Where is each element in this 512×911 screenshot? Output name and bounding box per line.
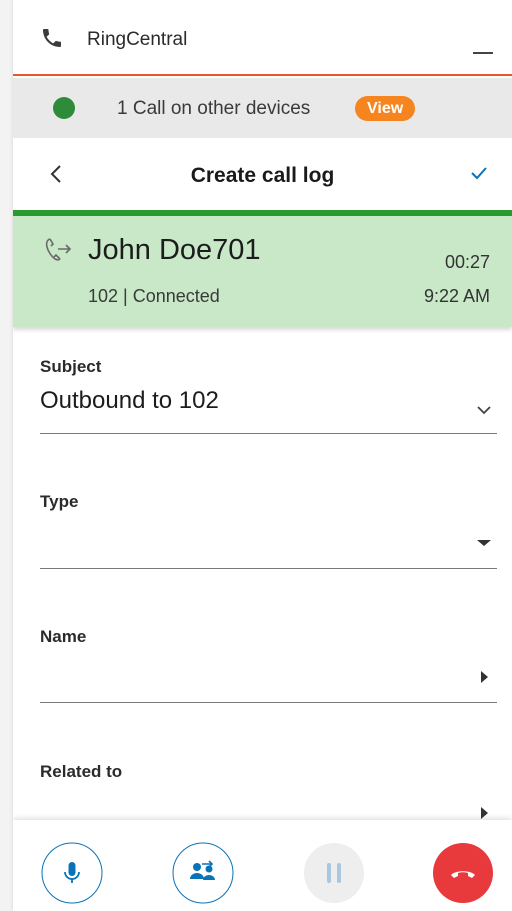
page-title: Create call log [190,164,335,187]
app-title: RingCentral [87,29,188,50]
other-devices-text: 1 Call on other devices [117,98,311,119]
chevron-down-icon[interactable] [471,397,497,423]
other-devices-banner: 1 Call on other devices View [13,78,512,138]
transfer-button[interactable] [172,842,234,904]
page-header: Create call log [13,138,512,210]
type-field[interactable]: Type [40,492,497,572]
check-icon[interactable] [467,162,491,184]
status-dot-icon [53,97,75,119]
phone-icon [40,26,64,50]
call-status: 102 | Connected [88,286,220,306]
call-controls [13,820,512,911]
call-time: 9:22 AM [423,286,490,306]
subject-underline [40,433,497,434]
contact-name: John Doe701 [88,234,261,266]
subject-label: Subject [40,357,102,376]
name-label: Name [40,627,87,646]
outbound-call-icon [41,234,75,266]
title-bar: RingCentral [13,0,512,76]
hang-up-button[interactable] [432,842,494,904]
minimize-icon[interactable] [473,36,499,56]
subject-value[interactable]: Outbound to 102 [40,387,219,415]
microphone-icon [41,842,103,904]
caret-down-icon[interactable] [471,530,497,556]
hold-button[interactable] [303,842,365,904]
active-call-card: John Doe701 00:27 102 | Connected 9:22 A… [13,216,512,327]
type-underline [40,568,497,569]
subject-field[interactable]: Subject Outbound to 102 [40,357,497,437]
related-to-field[interactable]: Related to [40,762,497,822]
caret-right-icon[interactable] [471,664,497,690]
mute-button[interactable] [41,842,103,904]
name-underline [40,702,497,703]
call-duration: 00:27 [444,252,490,272]
hang-up-icon [433,843,493,903]
name-field[interactable]: Name [40,627,497,707]
pause-icon [304,843,364,903]
type-label: Type [40,492,79,511]
transfer-icon [172,842,234,904]
related-to-label: Related to [40,762,123,781]
view-button[interactable]: View [355,96,416,121]
call-log-panel: RingCentral 1 Call on other devices View… [13,0,512,911]
